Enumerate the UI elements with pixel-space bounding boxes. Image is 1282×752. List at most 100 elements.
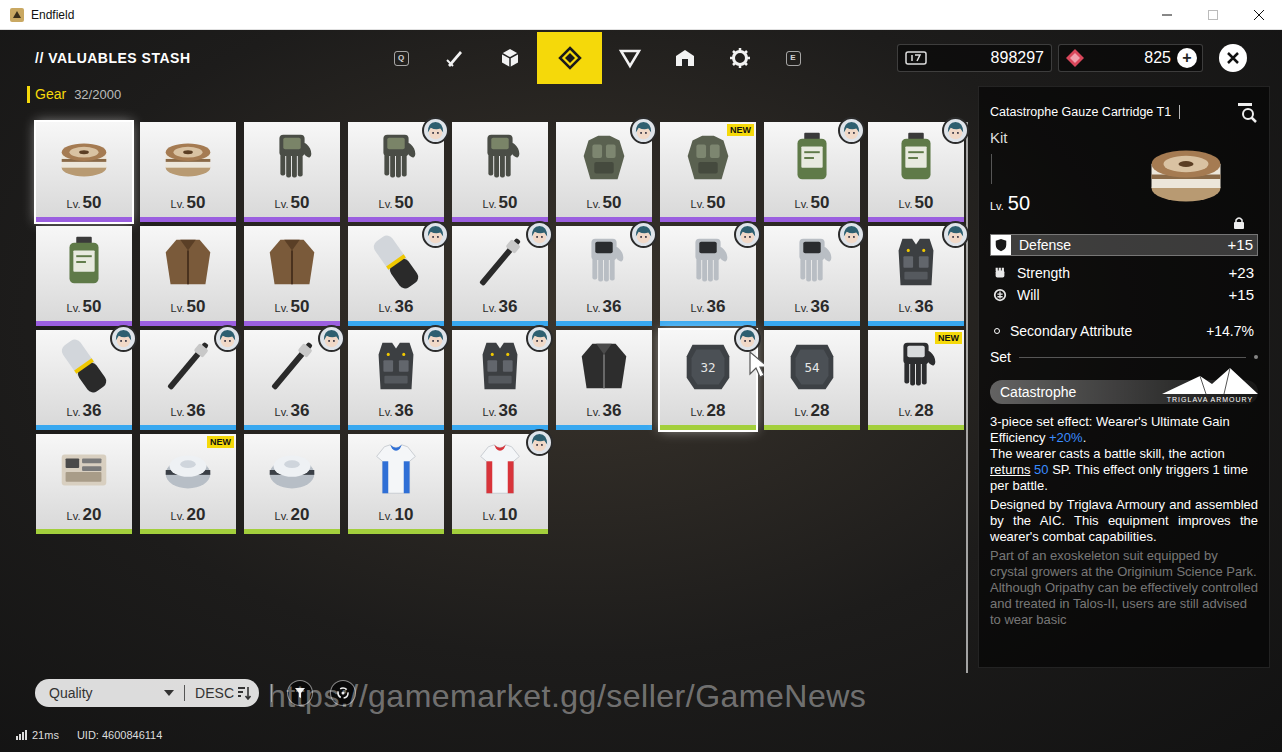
gear-item[interactable]: Lv.36: [452, 330, 548, 430]
gear-item[interactable]: Lv.36: [244, 330, 340, 430]
gear-item[interactable]: Lv.20: [36, 434, 132, 534]
add-currency-button[interactable]: +: [1177, 48, 1197, 68]
category-tab[interactable]: [657, 32, 712, 84]
gear-item[interactable]: Lv.20NEW: [140, 434, 236, 534]
minimize-button[interactable]: [1144, 0, 1190, 29]
set-effect: 3-piece set effect: Wearer's Ultimate Ga…: [990, 414, 1258, 494]
item-level: Lv.28: [795, 402, 830, 419]
close-stash-button[interactable]: [1219, 44, 1247, 72]
equipped-operator-avatar: [422, 117, 449, 144]
rarity-bar: [556, 425, 652, 430]
item-level: Lv.50: [483, 194, 518, 211]
armor-icon: [573, 127, 635, 189]
item-level: Lv.50: [67, 194, 102, 211]
gear-item[interactable]: Lv.50: [36, 122, 132, 222]
gear-item[interactable]: Lv.36: [36, 330, 132, 430]
item-level: Lv.50: [587, 194, 622, 211]
gear-item[interactable]: Lv.20: [244, 434, 340, 534]
cartridge-icon: [53, 127, 115, 189]
cartridge-icon: [1138, 125, 1234, 221]
gear-item[interactable]: Lv.50: [140, 226, 236, 326]
item-level: Lv.50: [275, 194, 310, 211]
gear-item[interactable]: Lv.36: [556, 226, 652, 326]
equipped-operator-avatar: [734, 325, 761, 352]
gear-item[interactable]: Lv.50: [36, 226, 132, 326]
baton-icon: [157, 335, 219, 397]
gear-item[interactable]: Lv.36: [868, 226, 964, 326]
sphere-icon: [261, 439, 323, 501]
close-window-button[interactable]: [1236, 0, 1282, 29]
stat-row: Will+15: [990, 284, 1258, 306]
gear-item[interactable]: Lv.50: [556, 122, 652, 222]
rarity-bar: [140, 529, 236, 534]
sort-order[interactable]: DESC: [195, 683, 234, 704]
lock-icon[interactable]: [1232, 216, 1246, 230]
jacket-icon: [157, 231, 219, 293]
equipped-operator-avatar: [526, 221, 553, 248]
crystal-icon: [1064, 48, 1086, 68]
operator-portrait-icon: [840, 119, 863, 142]
category-tab[interactable]: [427, 32, 482, 84]
cube-tab-icon: [498, 46, 522, 70]
gear-item[interactable]: 54Lv.28: [764, 330, 860, 430]
cylinder-icon: [365, 231, 427, 293]
gear-item[interactable]: Lv.36: [452, 226, 548, 326]
gear-item[interactable]: Lv.36: [764, 226, 860, 326]
operator-portrait-icon: [424, 327, 447, 350]
gear-item[interactable]: Lv.50: [452, 122, 548, 222]
sort-control[interactable]: QualityDESC: [35, 679, 259, 707]
gear-item[interactable]: Lv.50: [244, 226, 340, 326]
recycle-button[interactable]: [330, 680, 356, 706]
operator-portrait-icon: [424, 223, 447, 246]
sportshirt-icon: [365, 439, 427, 501]
category-tab[interactable]: [537, 32, 602, 84]
key-hint: Q: [375, 51, 427, 66]
gear-item[interactable]: Lv.50: [764, 122, 860, 222]
secondary-attribute: Secondary Attribute+14.7%: [990, 320, 1258, 342]
minimize-icon: [1162, 10, 1172, 20]
inspect-icon: [1236, 101, 1258, 123]
gear-item[interactable]: Lv.50: [348, 122, 444, 222]
gear-item[interactable]: Lv.50NEW: [660, 122, 756, 222]
gear-item[interactable]: Lv.10: [348, 434, 444, 534]
cylinder-icon: [53, 335, 115, 397]
gear-item[interactable]: Lv.36: [140, 330, 236, 430]
gear-grid: Lv.50Lv.50Lv.50Lv.50Lv.50Lv.50Lv.50NEWLv…: [36, 122, 964, 673]
gear-item[interactable]: Lv.36: [348, 226, 444, 326]
ticket-icon: [905, 50, 927, 66]
rarity-bar: [140, 217, 236, 222]
gear-item[interactable]: Lv.28NEW: [868, 330, 964, 430]
new-badge: NEW: [207, 436, 234, 448]
operator-portrait-icon: [736, 327, 759, 350]
maximize-button[interactable]: [1190, 0, 1236, 29]
baton-icon: [469, 231, 531, 293]
gear-item[interactable]: Lv.36: [556, 330, 652, 430]
item-about: Designed by Triglava Armoury and assembl…: [990, 497, 1258, 545]
gear-item[interactable]: Lv.50: [140, 122, 236, 222]
category-tab[interactable]: [712, 32, 767, 84]
item-level: Lv.10: [483, 506, 518, 523]
close-icon: [1226, 51, 1240, 65]
category-tabs: [427, 32, 767, 84]
gear-item[interactable]: Lv.36: [348, 330, 444, 430]
gear-item[interactable]: Lv.10: [452, 434, 548, 534]
item-level: Lv.36: [171, 402, 206, 419]
scrollbar[interactable]: [966, 122, 968, 673]
gear-item[interactable]: 32Lv.28: [660, 330, 756, 430]
filter-button[interactable]: [287, 680, 313, 706]
leather-icon: [573, 335, 635, 397]
category-tab[interactable]: [482, 32, 537, 84]
gear-item[interactable]: Lv.50: [244, 122, 340, 222]
item-level: Lv.36: [483, 402, 518, 419]
category-tab[interactable]: [602, 32, 657, 84]
gear-item[interactable]: Lv.50: [868, 122, 964, 222]
gear-item[interactable]: Lv.36: [660, 226, 756, 326]
rarity-bar: [36, 217, 132, 222]
item-level: Lv.36: [587, 402, 622, 419]
sort-toolbar: QualityDESC: [0, 668, 1282, 718]
vest-icon: [365, 335, 427, 397]
rarity-bar: [244, 529, 340, 534]
item-level: Lv.36: [379, 298, 414, 315]
silvergloves-icon: [781, 231, 843, 293]
operator-portrait-icon: [528, 223, 551, 246]
